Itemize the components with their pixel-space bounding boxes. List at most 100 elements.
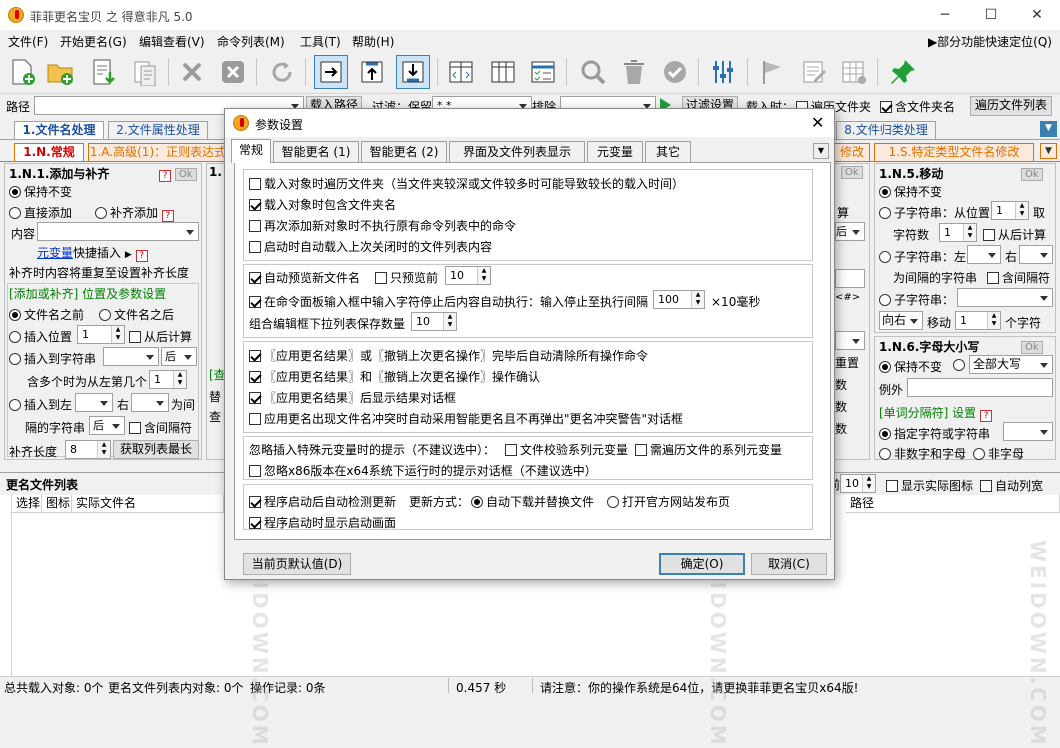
table-view-button[interactable] — [837, 55, 871, 89]
left-str-input[interactable] — [75, 393, 113, 412]
tab-special-type[interactable]: 1.S.特定类型文件名修改 — [874, 143, 1034, 161]
insert-str-input[interactable] — [103, 347, 159, 366]
opt-include-folder-on-load[interactable]: 载入对象时包含文件夹名 — [249, 196, 396, 213]
menu-tools[interactable]: 工具(T) — [300, 33, 341, 50]
apply-button[interactable] — [658, 55, 692, 89]
tab-filename[interactable]: 1.文件名处理 — [14, 121, 104, 139]
from-pos-spinner[interactable]: 1 — [991, 201, 1029, 220]
tab-advanced-regex[interactable]: 1.A.高级(1)：正则表达式 — [88, 143, 228, 161]
tab-normal[interactable]: 1.N.常规 — [14, 143, 84, 161]
close-button[interactable]: ✕ — [1014, 0, 1060, 30]
list-count-spinner[interactable]: 10 — [840, 474, 876, 493]
menu-start-rename[interactable]: 开始更名(G) — [60, 33, 127, 50]
tab-file-classify[interactable]: 8.文件归类处理 — [836, 121, 936, 139]
auto-width-checkbox[interactable]: 自动列宽 — [980, 477, 1043, 494]
dlg-tab-smart-2[interactable]: 智能更名 (2) — [361, 141, 447, 162]
dlg-tab-general[interactable]: 常规 — [231, 139, 271, 163]
ok-button[interactable]: Ok — [841, 166, 863, 179]
add-folder-button[interactable] — [43, 55, 77, 89]
tabs-dropdown-icon[interactable]: ▼ — [1040, 121, 1057, 137]
pin-button[interactable] — [886, 55, 920, 89]
get-max-length-button[interactable]: 获取列表最长 — [113, 440, 199, 459]
after-select-2[interactable]: 后 — [89, 416, 125, 435]
radio-case-keep[interactable]: 保持不变 — [879, 358, 942, 375]
ok-button[interactable]: Ok — [174, 168, 197, 181]
help-icon[interactable]: ? — [135, 250, 148, 262]
menu-file[interactable]: 文件(F) — [8, 33, 48, 50]
pad-len-spinner[interactable]: 8 — [65, 440, 111, 459]
opt-no-rerun-commands[interactable]: 再次添加新对象时不执行原有命令列表中的命令 — [249, 217, 516, 234]
partial-select[interactable]: 后 — [835, 222, 865, 241]
content-input[interactable] — [37, 222, 199, 241]
move-right-button[interactable] — [314, 55, 348, 89]
radio-all-upper[interactable] — [953, 358, 968, 372]
radio-open-site[interactable]: 打开官方网站发布页 — [607, 493, 730, 510]
edit-doc-button[interactable] — [797, 55, 831, 89]
search-button[interactable] — [576, 55, 610, 89]
help-icon[interactable]: ? — [980, 410, 993, 422]
opt-auto-update[interactable]: 程序启动后自动检测更新 — [249, 493, 396, 510]
opt-traverse-meta[interactable]: 需遍历文件的系列元变量 — [635, 441, 782, 458]
opt-show-result-dialog[interactable]: 〖应用更名结果〗后显示结果对话框 — [249, 389, 456, 406]
radio-move-keep[interactable]: 保持不变 — [879, 183, 942, 200]
opt-auto-preview[interactable]: 自动预览新文件名 — [249, 269, 360, 286]
move-down-button[interactable] — [396, 55, 430, 89]
interval-spinner[interactable]: 100 — [653, 290, 705, 309]
export-list-button[interactable] — [128, 55, 162, 89]
insert-pos-spinner[interactable]: 1 — [77, 325, 125, 344]
move-spinner[interactable]: 1 — [955, 311, 1001, 330]
radio-direct-add[interactable]: 直接添加 — [9, 204, 72, 221]
flag-button[interactable] — [755, 55, 789, 89]
after-select[interactable]: 后 — [161, 347, 197, 366]
radio-specified[interactable]: 指定字符或字符串 — [879, 425, 990, 442]
tab-modify-fragment[interactable]: 修改 — [834, 143, 870, 161]
dlg-tab-other[interactable]: 其它 — [645, 141, 691, 162]
ok-button[interactable]: Ok — [1021, 168, 1043, 181]
radio-insert-pos[interactable]: 插入位置 — [9, 328, 72, 345]
maximize-button[interactable]: ☐ — [968, 0, 1014, 30]
refresh-button[interactable] — [265, 55, 299, 89]
opt-only-preview-first[interactable]: 只预览前 — [375, 269, 438, 286]
opt-auto-smart-rename[interactable]: 应用更名出现文件名冲突时自动采用智能更名且不再弹出"更名冲突警告"对话框 — [249, 410, 683, 427]
ok-button[interactable]: Ok — [1021, 341, 1043, 354]
minimize-button[interactable]: ─ — [922, 0, 968, 30]
opt-confirm-apply[interactable]: 〖应用更名结果〗和〖撤销上次更名操作〗操作确认 — [249, 368, 540, 385]
cancel-button[interactable]: 取消(C) — [751, 553, 827, 575]
include-sep-checkbox[interactable]: 含间隔符 — [129, 419, 192, 436]
dialog-close-icon[interactable]: ✕ — [811, 113, 824, 132]
opt-ignore-x86[interactable]: 忽略x86版本在x64系统下运行时的提示对话框（不建议选中） — [249, 462, 597, 479]
default-values-button[interactable]: 当前页默认值(D) — [243, 553, 351, 575]
except-input[interactable] — [907, 378, 1053, 397]
opt-show-splash[interactable]: 程序启动时显示启动画面 — [249, 514, 396, 531]
help-icon[interactable]: ? — [161, 210, 174, 222]
dlg-tabs-dropdown-icon[interactable]: ▼ — [813, 143, 829, 159]
count-spinner[interactable]: 1 — [939, 223, 977, 242]
radio-auto-download[interactable]: 自动下载并替换文件 — [471, 493, 594, 510]
move-up-button[interactable] — [355, 55, 389, 89]
case-select[interactable]: 全部大写 — [969, 355, 1053, 374]
quick-locate-menu[interactable]: ▶部分功能快速定位(Q) — [928, 33, 1052, 50]
radio-keep[interactable]: 保持不变 — [9, 183, 72, 200]
radio-pad-add[interactable]: 补齐添加 ? — [95, 204, 174, 222]
traverse-list-button[interactable]: 遍历文件列表 — [970, 96, 1052, 116]
radio-non-alnum[interactable]: 非数字和字母 — [879, 445, 966, 462]
radio-substr-from[interactable]: 子字符串：从位置 — [879, 204, 990, 221]
subtabs-dropdown-icon[interactable]: ▼ — [1040, 143, 1057, 159]
combo-save-spinner[interactable]: 10 — [411, 312, 457, 331]
radio-insert-str[interactable]: 插入到字符串 — [9, 350, 96, 367]
radio-substr[interactable]: 子字符串： — [879, 291, 954, 308]
tab-file-attr[interactable]: 2.文件属性处理 — [108, 121, 208, 139]
preview-count-spinner[interactable]: 10 — [445, 266, 491, 285]
dlg-tab-ui-list[interactable]: 界面及文件列表显示 — [449, 141, 585, 162]
move-from-end-checkbox[interactable]: 从后计算 — [983, 226, 1046, 243]
opt-auto-exec[interactable]: 在命令面板输入框中输入字符停止后内容自动执行：输入停止至执行间隔 — [249, 293, 648, 310]
dlg-tab-smart-1[interactable]: 智能更名 (1) — [273, 141, 359, 162]
ok-confirm-button[interactable]: 确定(O) — [659, 553, 745, 575]
settings-sliders-button[interactable] — [706, 55, 740, 89]
import-list-button[interactable] — [87, 55, 121, 89]
menu-edit-view[interactable]: 编辑查看(V) — [139, 33, 205, 50]
radio-after-name[interactable]: 文件名之后 — [99, 306, 174, 323]
move-include-sep-checkbox[interactable]: 含间隔符 — [987, 269, 1050, 286]
split-columns-button[interactable] — [444, 55, 478, 89]
clear-button[interactable] — [216, 55, 250, 89]
